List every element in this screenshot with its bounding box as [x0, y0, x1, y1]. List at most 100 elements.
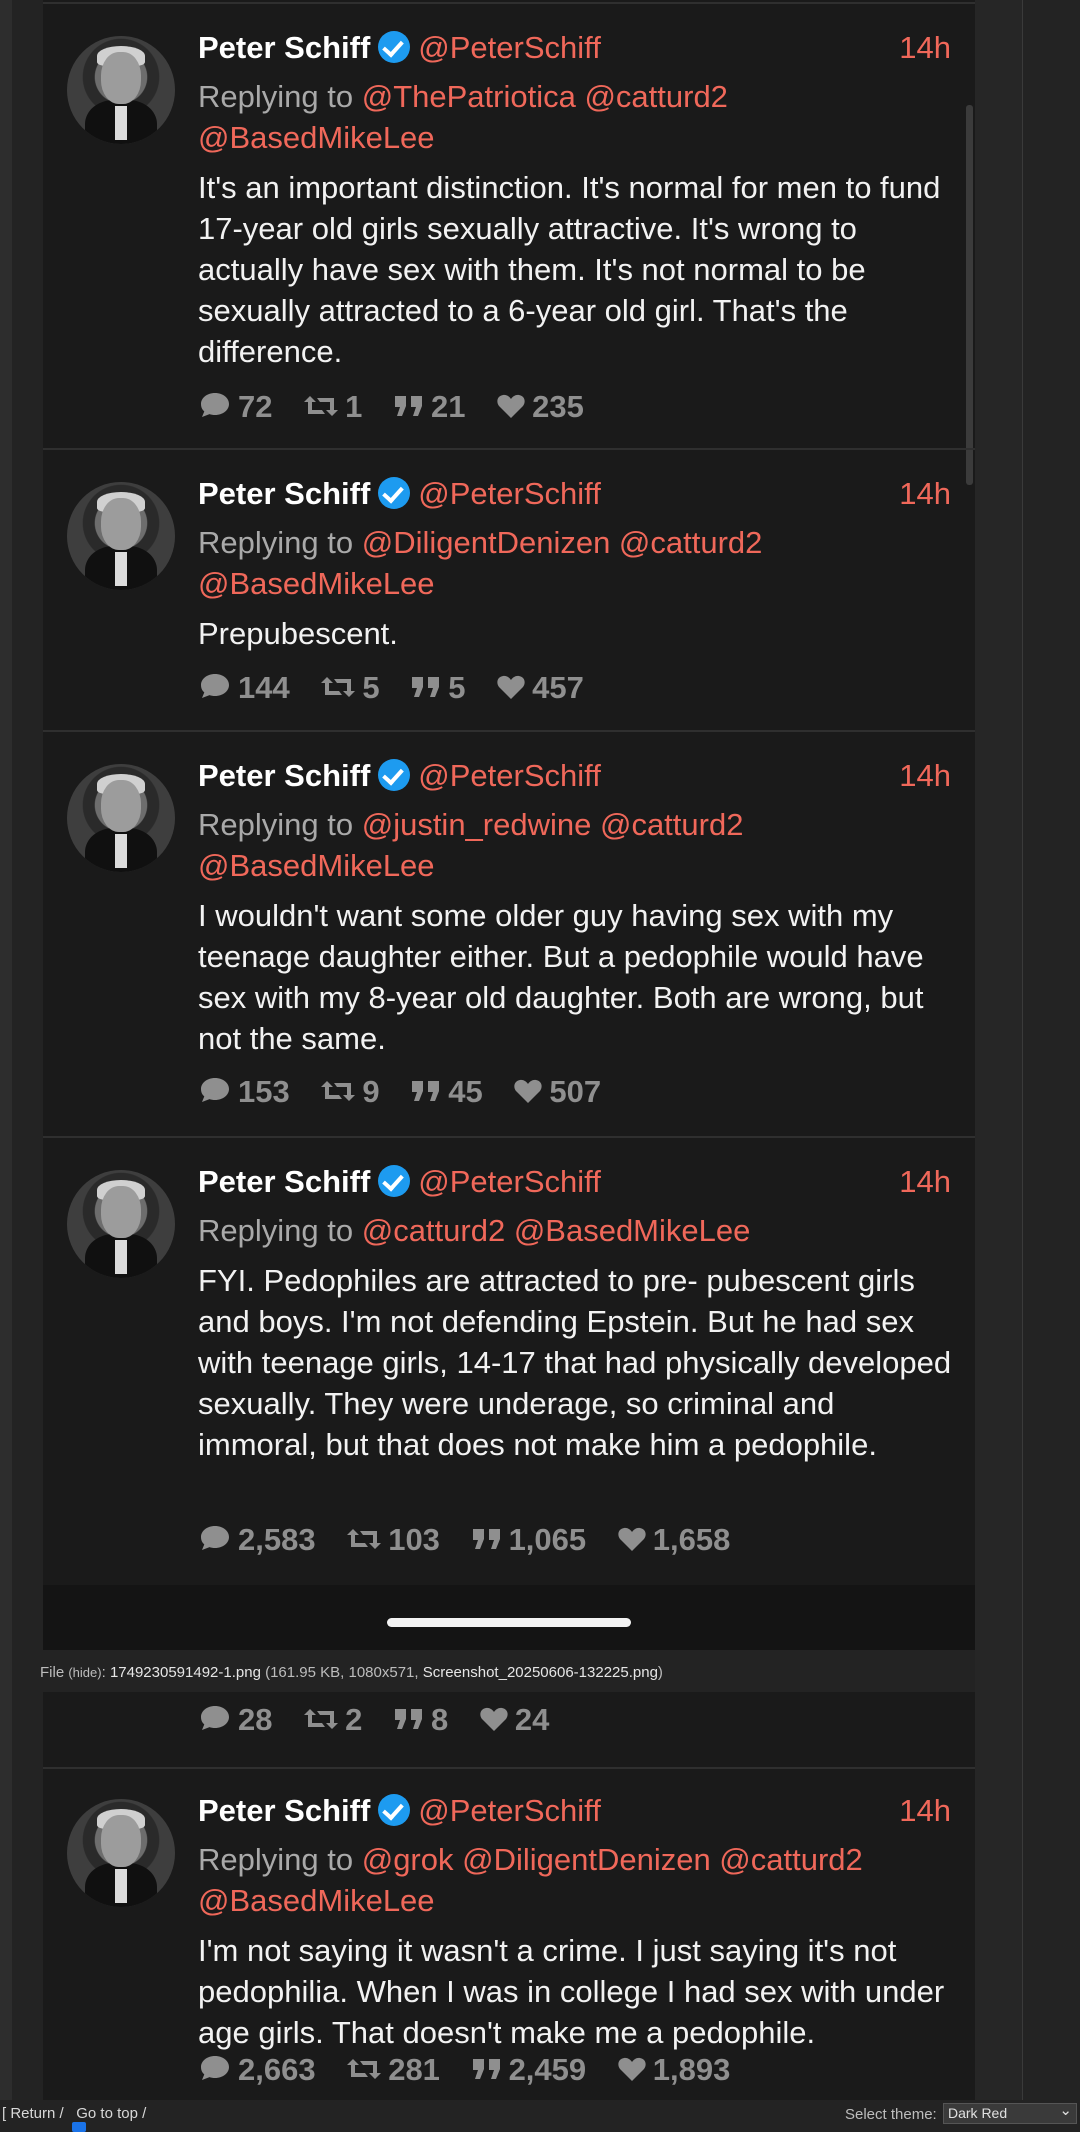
quote-count: 5: [410, 670, 465, 706]
right-gutter: [975, 0, 1022, 2100]
quote-icon: [472, 2059, 500, 2079]
quote-count: 2,459: [471, 2052, 586, 2088]
tweet-text: I wouldn't want some older guy having se…: [198, 898, 924, 1056]
mentions: @BasedMikeLee: [198, 1883, 435, 1918]
replying-prefix: Replying to: [198, 1213, 354, 1248]
tweet-card: Peter Schiff @PeterSchiff 14h Replying to…: [43, 2, 975, 450]
theme-select-value: Dark Red: [948, 2105, 1008, 2121]
reply-icon: [201, 1526, 229, 1550]
file-name-link[interactable]: 1749230591492-1.png: [110, 1664, 261, 1681]
heart-icon: [618, 1527, 646, 1551]
tweet-card: Peter Schiff @PeterSchiff 14h Replying to…: [43, 730, 975, 1138]
tweet-stats: 72 1 21 235: [198, 389, 606, 425]
replying-prefix: Replying to: [198, 1842, 354, 1877]
reply-icon: [201, 1706, 229, 1730]
avatar: [67, 764, 175, 872]
mentions: @grok @DiligentDenizen @catturd2: [361, 1842, 863, 1877]
heart-icon: [618, 2057, 646, 2081]
bottom-bar: [ Return / Go to top / Select theme: Dar…: [0, 2100, 1080, 2132]
like-count: 457: [496, 670, 584, 706]
file-info: File (hide): 1749230591492-1.png (161.95…: [40, 1664, 663, 1681]
author-handle: @PeterSchiff: [418, 1793, 601, 1828]
like-count: 24: [479, 1702, 549, 1738]
reply-count: 2,583: [198, 1522, 316, 1558]
tweet-text: I'm not saying it wasn't a crime. I just…: [198, 1933, 945, 2050]
like-count: 1,893: [617, 2052, 730, 2088]
tweet-stats: 28 2 8 24: [198, 1702, 571, 1738]
retweet-count: 103: [346, 1522, 440, 1558]
verified-badge-icon: [378, 477, 411, 509]
tweet-stats: 153 9 45 507: [198, 1074, 623, 1110]
tweet-text: FYI. Pedophiles are attracted to pre- pu…: [198, 1263, 952, 1462]
hide-image-link[interactable]: (hide): [68, 1665, 101, 1680]
mentions: @catturd2 @BasedMikeLee: [361, 1213, 751, 1248]
verified-badge-icon: [378, 1165, 411, 1197]
avatar: [67, 1170, 175, 1278]
replying-to: Replying to @ThePatriotica @catturd2 @Ba…: [198, 76, 958, 158]
reply-count: 144: [198, 670, 290, 706]
retweet-count: 9: [320, 1074, 380, 1110]
retweet-icon: [321, 677, 356, 697]
reply-count: 2,663: [198, 2052, 316, 2088]
tweet-card: Peter Schiff @PeterSchiff 14h Replying to…: [43, 1136, 975, 1589]
replying-to: Replying to @DiligentDenizen @catturd2 @…: [198, 522, 958, 604]
home-indicator: [387, 1618, 631, 1627]
mentions: @justin_redwine @catturd2: [361, 807, 744, 842]
file-meta-close: ): [657, 1664, 663, 1681]
tweet-stats: 2,663 281 2,459 1,893: [198, 2052, 752, 2088]
avatar: [67, 482, 175, 590]
reply-count: 28: [198, 1702, 272, 1738]
tweet-stats: 144 5 5 457: [198, 670, 606, 706]
file-meta: (161.95 KB, 1080x571,: [265, 1664, 423, 1681]
quote-icon: [394, 396, 422, 416]
mentions: @ThePatriotica @catturd2: [361, 79, 728, 114]
retweet-icon: [321, 1081, 356, 1101]
attached-image-2[interactable]: 28 2 8 24 Peter Schiff @PeterSchiff 14h R…: [43, 1692, 975, 2100]
tweet-time: 14h: [899, 1164, 951, 1199]
author-name: Peter Schiff: [198, 758, 371, 793]
attached-image-1[interactable]: Peter Schiff @PeterSchiff 14h Replying to…: [43, 0, 975, 1650]
quote-count: 8: [393, 1702, 448, 1738]
author-handle: @PeterSchiff: [418, 1164, 601, 1199]
tweet-stats: 2,583 103 1,065 1,658: [198, 1522, 752, 1558]
author-name: Peter Schiff: [198, 30, 371, 65]
like-count: 1,658: [617, 1522, 730, 1558]
quote-count: 45: [410, 1074, 483, 1110]
replying-prefix: Replying to: [198, 525, 354, 560]
quote-icon: [394, 1709, 422, 1729]
author-handle: @PeterSchiff: [418, 476, 601, 511]
tweet-header: Peter Schiff @PeterSchiff: [198, 30, 601, 74]
tweet-header: Peter Schiff @PeterSchiff: [198, 1164, 601, 1208]
verified-badge-icon: [378, 759, 411, 791]
tweet-card: Peter Schiff @PeterSchiff 14h Replying to…: [43, 448, 975, 732]
mentions: @BasedMikeLee: [198, 566, 435, 601]
verified-badge-icon: [378, 1794, 411, 1826]
tweet-time: 14h: [899, 476, 951, 511]
avatar: [67, 36, 175, 144]
heart-icon: [480, 1707, 508, 1731]
tweet-time: 14h: [899, 758, 951, 793]
retweet-count: 281: [346, 2052, 440, 2088]
tweet-time: 14h: [899, 1793, 951, 1828]
tweet-text: It's an important distinction. It's norm…: [198, 170, 941, 369]
left-rail: [0, 0, 12, 2100]
theme-select[interactable]: Dark Red: [943, 2101, 1077, 2124]
retweet-icon: [347, 1529, 382, 1549]
reply-count: 153: [198, 1074, 290, 1110]
go-to-top-link[interactable]: Go to top /: [76, 2105, 146, 2122]
return-link[interactable]: [ Return /: [2, 2105, 64, 2122]
original-filename: Screenshot_20250606-132225.png: [422, 1664, 658, 1681]
avatar: [67, 1799, 175, 1907]
mentions: @BasedMikeLee: [198, 848, 435, 883]
reply-icon: [201, 674, 229, 698]
quote-icon: [412, 1081, 440, 1101]
tweet-time: 14h: [899, 30, 951, 65]
tweet-header: Peter Schiff @PeterSchiff: [198, 758, 601, 802]
quote-count: 21: [393, 389, 465, 425]
checkbox[interactable]: [72, 2122, 86, 2132]
quote-icon: [472, 1529, 500, 1549]
replying-prefix: Replying to: [198, 807, 354, 842]
tweet-card: Peter Schiff @PeterSchiff 14h Replying to…: [43, 1767, 975, 2100]
like-count: 507: [513, 1074, 601, 1110]
heart-icon: [497, 675, 525, 699]
